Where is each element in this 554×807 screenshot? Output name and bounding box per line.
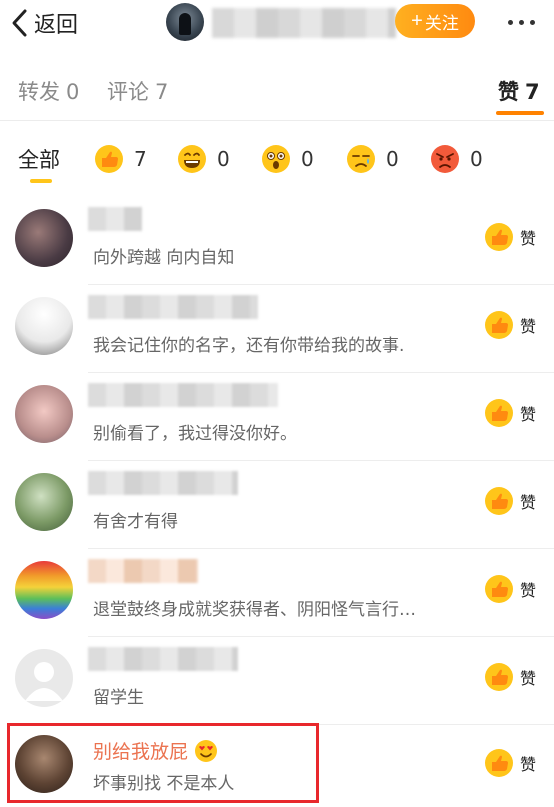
list-item[interactable]: 退堂鼓终身成就奖获得者、阴阳怪气言行… 赞	[0, 549, 554, 637]
user-bio: 我会记住你的名字，还有你带给我的故事.	[93, 336, 405, 356]
default-avatar-icon	[25, 662, 63, 701]
tab-likes-count: 7	[525, 80, 540, 104]
user-bio: 退堂鼓终身成就奖获得者、阴阳怪气言行…	[93, 600, 416, 620]
thumbs-up-icon	[485, 487, 513, 515]
filter-laughing[interactable]: 0	[177, 143, 230, 175]
user-name-blurred	[88, 383, 278, 407]
like-button[interactable]: 赞	[484, 747, 544, 779]
list-item[interactable]: 向外跨越 向内自知 赞	[0, 197, 554, 285]
like-button[interactable]: 赞	[484, 309, 544, 341]
top-bar: 返回 + 关注	[0, 0, 554, 48]
like-button[interactable]: 赞	[484, 573, 544, 605]
tab-likes[interactable]: 赞7	[498, 76, 540, 106]
chevron-left-icon	[12, 9, 27, 37]
user-bio: 向外跨越 向内自知	[93, 248, 235, 268]
filter-all-label: 全部	[18, 148, 60, 172]
list-item[interactable]: 有舍才有得 赞	[0, 461, 554, 549]
filter-count: 0	[217, 147, 230, 171]
avatar[interactable]	[15, 385, 73, 443]
author-avatar[interactable]	[166, 3, 204, 41]
thumbs-up-icon	[485, 749, 513, 777]
like-label: 赞	[520, 317, 537, 336]
filter-count: 0	[386, 147, 399, 171]
thumbs-up-icon	[485, 575, 513, 603]
interaction-tabs: 转发 0 评论 7 赞7	[0, 56, 554, 121]
tab-likes-label: 赞	[498, 80, 519, 104]
tab-comments-label: 评论	[107, 80, 149, 104]
tab-reposts-count: 0	[66, 80, 80, 104]
tab-comments-count: 7	[155, 80, 169, 104]
active-filter-indicator	[30, 179, 52, 183]
highlight-box	[7, 723, 319, 803]
thumbs-up-icon	[485, 311, 513, 339]
follow-button[interactable]: + 关注	[395, 4, 475, 38]
avatar[interactable]	[15, 649, 73, 707]
filter-sad[interactable]: 0	[346, 143, 399, 175]
filter-all[interactable]: 全部	[18, 143, 60, 175]
user-bio: 留学生	[93, 688, 144, 708]
back-label: 返回	[34, 13, 79, 38]
user-name-blurred	[88, 471, 238, 495]
tab-comments[interactable]: 评论 7	[107, 76, 168, 106]
laughing-face-icon	[178, 145, 206, 173]
user-name-blurred	[88, 295, 258, 319]
reaction-filter-bar: 全部 7 0 0 0 0	[0, 121, 554, 197]
like-button[interactable]: 赞	[484, 485, 544, 517]
like-label: 赞	[520, 405, 537, 424]
thumbs-up-icon	[485, 399, 513, 427]
more-options-icon[interactable]	[508, 10, 548, 34]
list-item[interactable]: 我会记住你的名字，还有你带给我的故事. 赞	[0, 285, 554, 373]
like-button[interactable]: 赞	[484, 397, 544, 429]
like-label: 赞	[520, 493, 537, 512]
filter-surprised[interactable]: 0	[261, 143, 314, 175]
like-label: 赞	[520, 229, 537, 248]
user-bio: 别偷看了，我过得没你好。	[93, 424, 297, 444]
list-item[interactable]: 留学生 赞	[0, 637, 554, 725]
tab-reposts[interactable]: 转发 0	[18, 76, 79, 106]
avatar[interactable]	[15, 561, 73, 619]
active-tab-indicator	[496, 111, 544, 115]
like-label: 赞	[520, 581, 537, 600]
surprised-face-icon	[262, 145, 290, 173]
user-name-blurred	[88, 559, 198, 583]
tab-reposts-label: 转发	[18, 80, 60, 104]
like-button[interactable]: 赞	[484, 661, 544, 693]
thumbs-up-icon	[485, 663, 513, 691]
like-label: 赞	[520, 669, 537, 688]
follow-label: 关注	[424, 13, 459, 33]
list-item[interactable]: 别偷看了，我过得没你好。 赞	[0, 373, 554, 461]
thumbs-up-face-icon	[95, 145, 123, 173]
filter-angry[interactable]: 0	[430, 143, 483, 175]
user-bio: 有舍才有得	[93, 512, 178, 532]
filter-count: 0	[470, 147, 483, 171]
like-label: 赞	[520, 755, 537, 774]
sad-face-icon	[347, 145, 375, 173]
plus-icon: +	[411, 10, 423, 32]
avatar[interactable]	[15, 209, 73, 267]
thumbs-up-icon	[485, 223, 513, 251]
author-name-blurred	[212, 8, 396, 38]
filter-thumbs-up[interactable]: 7	[94, 143, 147, 175]
avatar[interactable]	[15, 473, 73, 531]
avatar[interactable]	[15, 297, 73, 355]
user-name-blurred	[88, 647, 238, 671]
user-name-blurred	[88, 207, 142, 231]
filter-count: 7	[134, 147, 147, 171]
back-button[interactable]: 返回	[10, 8, 78, 38]
like-button[interactable]: 赞	[484, 221, 544, 253]
filter-count: 0	[301, 147, 314, 171]
angry-face-icon	[431, 145, 459, 173]
